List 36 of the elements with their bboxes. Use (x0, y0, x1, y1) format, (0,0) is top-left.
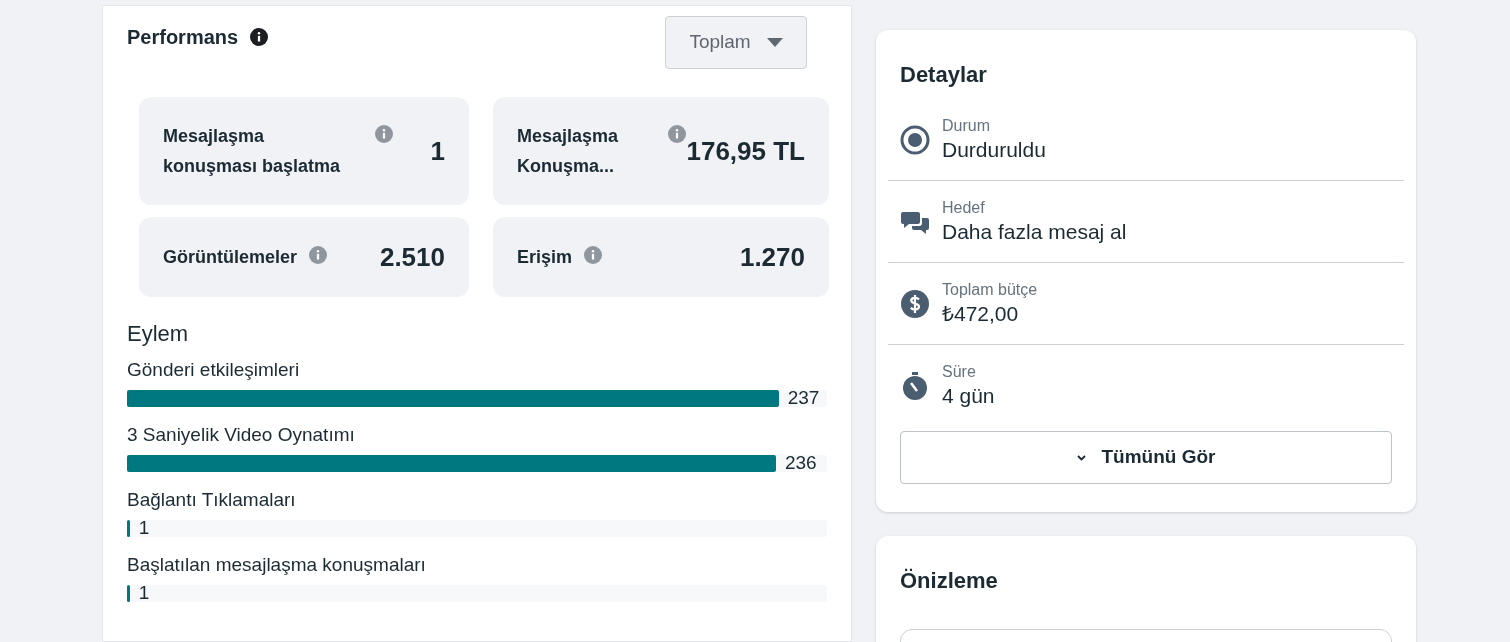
action-label: Gönderi etkileşimleri (127, 358, 301, 382)
radio-circle-icon (900, 124, 930, 155)
detail-value: ₺472,00 (942, 300, 1020, 327)
dropdown-button[interactable]: Toplam (665, 16, 807, 69)
action-label: Başlatılan mesajlaşma konuşmaları (127, 553, 427, 577)
see-all-button[interactable]: Tümünü Gör (900, 431, 1392, 484)
metric-value: 1.270 (739, 240, 805, 274)
actions-title: Eylem (127, 320, 190, 348)
detail-label: Hedef (942, 197, 986, 218)
info-icon[interactable] (250, 28, 269, 46)
metric-label: Erişim (517, 246, 573, 269)
metric-value: 2.510 (379, 240, 445, 274)
card-title: Önizleme (900, 567, 999, 595)
detail-value: Durduruldu (942, 136, 1046, 163)
card-title: Detaylar (899, 61, 988, 89)
metric-value: 176,95 TL (686, 134, 805, 168)
section-title: Performans (127, 25, 239, 50)
detail-value: 4 gün (942, 383, 995, 409)
caret-icon (766, 38, 783, 47)
stopwatch-icon (900, 371, 930, 401)
metric-value: 1 (430, 134, 445, 168)
metric-label: Mesajlaşma konuşması başlatma (163, 125, 342, 178)
action-label: Bağlantı Tıklamaları (127, 488, 297, 512)
action-value: 237 (787, 386, 820, 410)
metric-label: Görüntülemeler (163, 246, 298, 269)
detail-label: Durum (942, 115, 991, 136)
action-label: 3 Saniyelik Video Oynatımı (127, 423, 356, 447)
action-value: 1 (138, 516, 150, 540)
detail-label: Toplam bütçe (942, 279, 1038, 300)
chevron-down-icon (1076, 454, 1086, 461)
metric-label: Mesajlaşma Konuşma... (517, 125, 620, 178)
detail-value: Daha fazla mesaj al (942, 218, 1127, 245)
action-value: 1 (138, 581, 150, 605)
dollar-coin-icon (900, 288, 930, 319)
action-value: 236 (784, 451, 817, 475)
detail-label: Süre (942, 362, 977, 382)
